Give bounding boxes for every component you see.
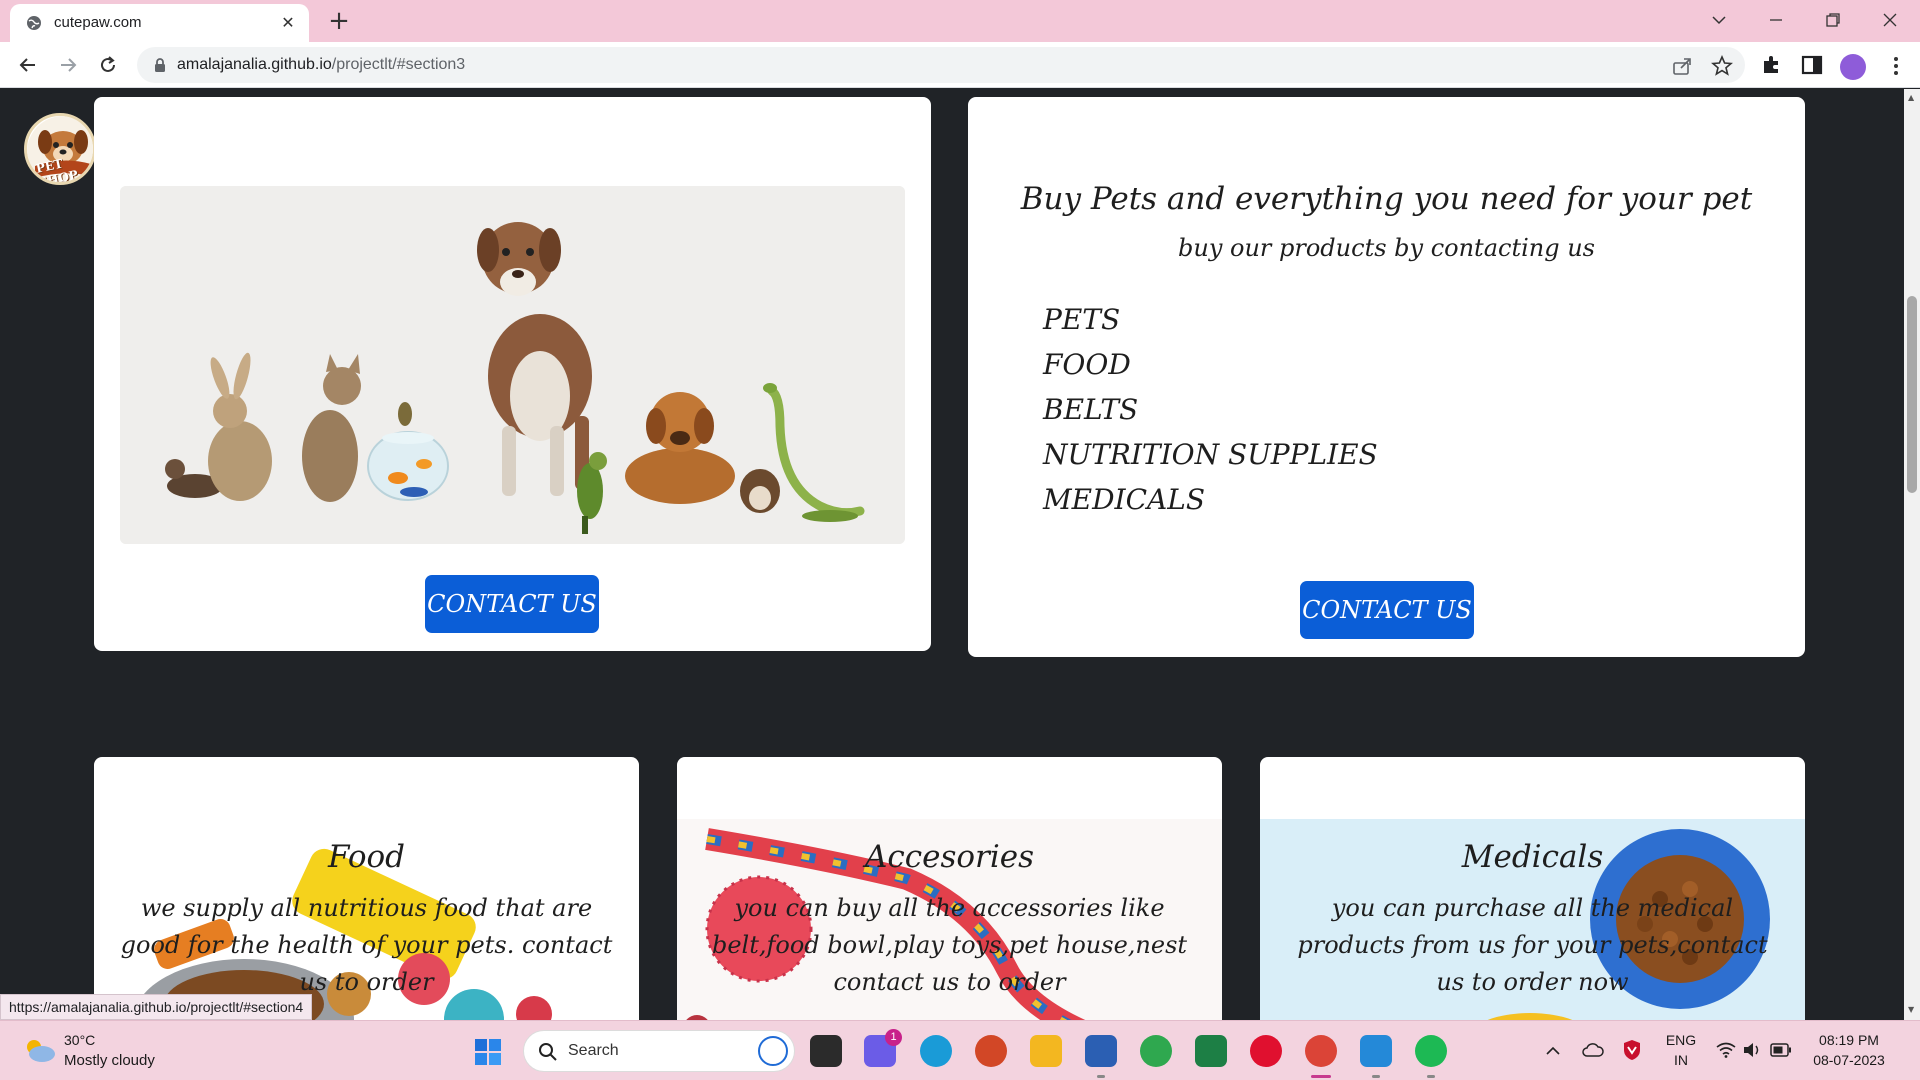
arrow-right-icon [61, 58, 77, 72]
list-item: PETS [1043, 303, 1121, 336]
windows-start-icon[interactable] [474, 1038, 502, 1066]
lock-icon [155, 58, 165, 72]
list-item: BELTS [1043, 393, 1139, 426]
card-title: Medicals [1461, 839, 1604, 875]
excel-icon[interactable] [1195, 1035, 1227, 1067]
scroll-up-icon[interactable]: ▲ [1908, 93, 1914, 102]
word-icon[interactable] [1085, 1035, 1117, 1078]
minimize-button[interactable] [1752, 0, 1800, 40]
region-indicator[interactable]: IN [1664, 1052, 1698, 1068]
accessories-card[interactable]: Accesories you can buy all the accessori… [677, 757, 1222, 1020]
tab-title: cutepaw.com [54, 14, 142, 31]
page-scrollbar[interactable]: ▲ ▼ [1904, 89, 1920, 1020]
info-subtitle: buy our products by contacting us [1178, 234, 1595, 262]
extensions-puzzle-icon[interactable] [1760, 53, 1784, 77]
browser-tab-strip: cutepaw.com ✕ + [0, 0, 1920, 42]
windows-taskbar: 30°C Mostly cloudy Search 1 ENG IN 08:19… [0, 1020, 1920, 1080]
browser-tab[interactable]: cutepaw.com ✕ [10, 4, 309, 42]
clock-time[interactable]: 08:19 PM [1806, 1032, 1892, 1048]
product-category-list: PETS FOOD BELTS NUTRITION SUPPLIES MEDIC… [1043, 297, 1378, 522]
scroll-down-icon[interactable]: ▼ [1908, 1005, 1914, 1014]
list-item: FOOD [1043, 348, 1131, 381]
url-text: amalajanalia.github.io/projectlt/#sectio… [177, 56, 465, 74]
wifi-icon[interactable] [1716, 1042, 1736, 1058]
side-panel-icon[interactable] [1800, 53, 1824, 77]
link-status-bubble: https://amalajanalia.github.io/projectlt… [0, 994, 313, 1020]
language-indicator[interactable]: ENG [1664, 1032, 1698, 1048]
opera-icon[interactable] [1250, 1035, 1282, 1067]
chat-badge: 1 [885, 1029, 902, 1046]
arrow-left-icon [19, 58, 35, 72]
profile-avatar[interactable] [1840, 54, 1866, 80]
volume-icon[interactable] [1742, 1041, 1762, 1059]
address-bar[interactable]: amalajanalia.github.io/projectlt/#sectio… [137, 47, 1745, 83]
contact-us-button-info[interactable]: CONTACT US [1300, 581, 1474, 639]
reload-button[interactable] [92, 49, 124, 81]
taskbar-search-box[interactable]: Search [523, 1030, 795, 1072]
page-viewport: PET SHOP CONTACT US Buy Pets and everyth… [0, 89, 1904, 1020]
edge-icon[interactable] [920, 1035, 952, 1067]
pets-illustration [120, 186, 905, 544]
teams-chat-icon[interactable]: 1 [864, 1029, 902, 1067]
chevron-up-icon[interactable] [1545, 1043, 1561, 1059]
tab-search-button[interactable] [1695, 0, 1743, 40]
weather-description[interactable]: Mostly cloudy [64, 1052, 155, 1069]
close-window-button[interactable] [1866, 0, 1914, 40]
list-item: NUTRITION SUPPLIES [1043, 438, 1378, 471]
new-tab-button[interactable]: + [324, 6, 354, 36]
info-card: Buy Pets and everything you need for you… [968, 97, 1805, 657]
bookmark-star-icon[interactable] [1711, 55, 1733, 77]
url-path: /projectlt/#section3 [331, 56, 466, 73]
search-label: Search [568, 1042, 619, 1059]
clock-date[interactable]: 08-07-2023 [1806, 1052, 1892, 1068]
back-button[interactable] [12, 49, 44, 81]
close-tab-icon[interactable]: ✕ [277, 12, 299, 34]
medicals-card[interactable]: Medicals you can purchase all the medica… [1260, 757, 1805, 1020]
spotify-icon[interactable] [1415, 1035, 1447, 1078]
powerpoint-icon[interactable] [975, 1035, 1007, 1067]
vscode-icon[interactable] [1360, 1035, 1392, 1078]
reload-icon [101, 56, 115, 72]
hero-card: CONTACT US [94, 97, 931, 651]
pet-shop-logo[interactable]: PET SHOP [24, 113, 96, 185]
file-explorer-icon[interactable] [1030, 1035, 1062, 1067]
card-text: you can buy all the accessories like bel… [711, 894, 1188, 996]
card-text: we supply all nutritious food that are g… [120, 894, 613, 996]
task-view-icon[interactable] [810, 1035, 842, 1067]
list-item: MEDICALS [1043, 483, 1206, 516]
minimize-icon [1770, 19, 1782, 21]
scrollbar-thumb[interactable] [1907, 296, 1917, 493]
mcafee-shield-icon[interactable] [1622, 1039, 1642, 1061]
close-icon [1883, 13, 1897, 27]
restore-button[interactable] [1809, 0, 1857, 40]
battery-icon[interactable] [1770, 1043, 1792, 1057]
browser-toolbar: amalajanalia.github.io/projectlt/#sectio… [0, 42, 1920, 88]
url-host: amalajanalia.github.io [177, 56, 332, 73]
pets-group-image [120, 186, 905, 544]
card-title: Accesories [864, 839, 1035, 875]
restore-icon [1826, 13, 1840, 27]
contact-us-button-hero[interactable]: CONTACT US [425, 575, 599, 633]
share-icon[interactable] [1671, 55, 1693, 77]
onedrive-cloud-icon[interactable] [1582, 1041, 1604, 1059]
search-icon [539, 1043, 557, 1061]
chrome-icon[interactable] [1140, 1035, 1172, 1067]
chevron-down-icon [1712, 16, 1726, 25]
more-menu-icon[interactable] [1884, 54, 1908, 78]
food-card[interactable]: Food we supply all nutritious food that … [94, 757, 639, 1020]
cloudy-weather-icon[interactable] [22, 1037, 56, 1063]
weather-temperature[interactable]: 30°C [64, 1032, 95, 1048]
globe-icon [27, 16, 41, 30]
card-text: you can purchase all the medical product… [1297, 894, 1768, 996]
card-title: Food [328, 839, 405, 875]
chrome-profile-icon[interactable] [1305, 1035, 1337, 1078]
forward-button[interactable] [52, 49, 84, 81]
info-title: Buy Pets and everything you need for you… [1020, 181, 1753, 217]
bing-icon[interactable] [758, 1036, 788, 1066]
